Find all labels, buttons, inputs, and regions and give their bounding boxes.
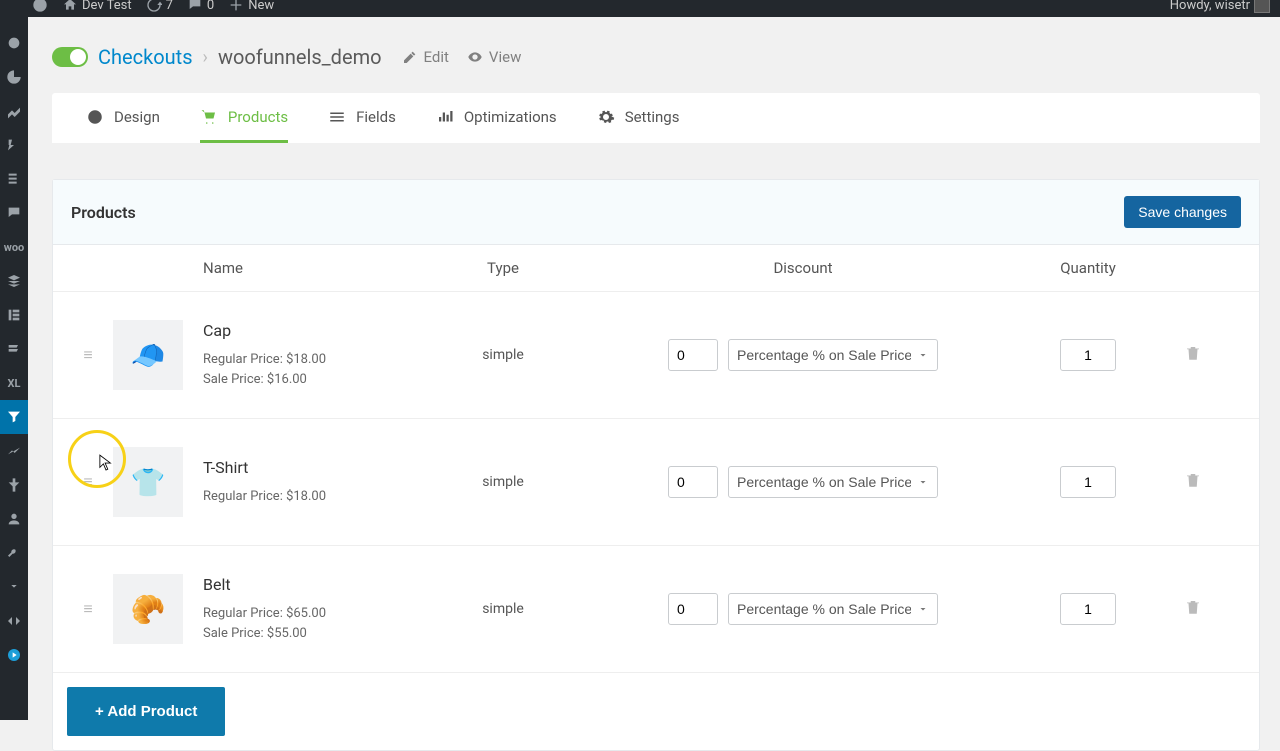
discount-value-input[interactable] xyxy=(668,593,718,625)
sidebar-item-plugins[interactable] xyxy=(0,468,28,502)
col-name: Name xyxy=(113,259,413,277)
sidebar-item-posts[interactable] xyxy=(0,94,28,128)
breadcrumb-root[interactable]: Checkouts xyxy=(98,45,193,69)
sidebar-item-comments[interactable] xyxy=(0,196,28,230)
product-regular-price: Regular Price: $18.00 xyxy=(203,487,326,507)
wp-admin-sidebar: woo XL xyxy=(0,0,28,720)
sidebar-item-users[interactable] xyxy=(0,502,28,536)
sidebar-item-products[interactable] xyxy=(0,264,28,298)
sidebar-item-elementor[interactable] xyxy=(0,298,28,332)
tab-nav: Design Products Fields Optimizations Set… xyxy=(52,93,1260,143)
sidebar-item-analytics[interactable] xyxy=(0,60,28,94)
product-thumbnail: 🧢 xyxy=(113,320,183,390)
discount-type-select[interactable]: Percentage % on Sale Price xyxy=(728,466,938,498)
trash-icon xyxy=(1184,598,1202,616)
product-name: Belt xyxy=(203,575,326,594)
delete-button[interactable] xyxy=(1163,344,1223,366)
sidebar-item-play[interactable] xyxy=(0,638,28,672)
edit-link[interactable]: Edit xyxy=(402,48,449,66)
wp-admin-bar: Dev Test 7 0 New Howdy, wisetr xyxy=(0,0,1280,17)
sidebar-item-tools[interactable] xyxy=(0,536,28,570)
chart-icon xyxy=(436,108,454,126)
sidebar-item-code[interactable] xyxy=(0,604,28,638)
gear-icon xyxy=(597,108,615,126)
product-regular-price: Regular Price: $18.00 xyxy=(203,350,326,370)
discount-type-select[interactable]: Percentage % on Sale Price xyxy=(728,593,938,625)
tab-optimizations[interactable]: Optimizations xyxy=(436,93,557,143)
product-name: Cap xyxy=(203,321,326,340)
discount-value-input[interactable] xyxy=(668,339,718,371)
discount-type-select[interactable]: Percentage % on Sale Price xyxy=(728,339,938,371)
admin-bar-new[interactable]: New xyxy=(228,0,274,13)
table-row: ≡ 🥐 Belt Regular Price: $65.00 Sale Pric… xyxy=(53,546,1259,673)
tab-design[interactable]: Design xyxy=(86,93,160,143)
table-row: ≡ 👕 T-Shirt Regular Price: $18.00 simple… xyxy=(53,419,1259,546)
menu-icon xyxy=(328,108,346,126)
pencil-icon xyxy=(402,49,418,65)
drag-handle-icon[interactable]: ≡ xyxy=(63,599,113,619)
trash-icon xyxy=(1184,344,1202,362)
quantity-input[interactable] xyxy=(1060,339,1116,371)
sidebar-item-media[interactable] xyxy=(0,128,28,162)
product-sale-price: Sale Price: $55.00 xyxy=(203,624,326,644)
admin-bar-site[interactable]: Dev Test xyxy=(62,0,132,13)
sidebar-item-import[interactable] xyxy=(0,570,28,604)
product-thumbnail: 🥐 xyxy=(113,574,183,644)
quantity-input[interactable] xyxy=(1060,593,1116,625)
save-button[interactable]: Save changes xyxy=(1124,196,1241,228)
view-link[interactable]: View xyxy=(467,48,521,66)
page-title: woofunnels_demo xyxy=(218,45,382,69)
add-product-button[interactable]: + Add Product xyxy=(67,687,225,736)
delete-button[interactable] xyxy=(1163,471,1223,493)
sidebar-item-appearance[interactable] xyxy=(0,434,28,468)
drag-handle-icon[interactable]: ≡ xyxy=(63,472,113,492)
card-title: Products xyxy=(71,203,136,222)
quantity-input[interactable] xyxy=(1060,466,1116,498)
product-thumbnail: 👕 xyxy=(113,447,183,517)
drag-handle-icon[interactable]: ≡ xyxy=(63,345,113,365)
sidebar-item-templates[interactable] xyxy=(0,332,28,366)
page-header: Checkouts › woofunnels_demo Edit View xyxy=(52,17,1260,93)
sidebar-item-dashboard[interactable] xyxy=(0,26,28,60)
product-name: T-Shirt xyxy=(203,458,326,477)
product-type: simple xyxy=(413,347,593,363)
sidebar-item-pages[interactable] xyxy=(0,162,28,196)
tab-products[interactable]: Products xyxy=(200,93,288,143)
products-card: Products Save changes Name Type Discount… xyxy=(52,179,1260,751)
admin-bar-wp-logo[interactable] xyxy=(32,0,48,13)
col-discount: Discount xyxy=(593,259,1013,277)
discount-value-input[interactable] xyxy=(668,466,718,498)
col-type: Type xyxy=(413,259,593,277)
product-sale-price: Sale Price: $16.00 xyxy=(203,370,326,390)
product-type: simple xyxy=(413,474,593,490)
admin-bar-updates[interactable]: 7 xyxy=(146,0,173,13)
product-type: simple xyxy=(413,601,593,617)
eye-icon xyxy=(467,49,483,65)
admin-bar-comments[interactable]: 0 xyxy=(187,0,214,13)
table-header: Name Type Discount Quantity xyxy=(53,245,1259,292)
cart-icon xyxy=(200,108,218,126)
tab-fields[interactable]: Fields xyxy=(328,93,396,143)
tab-settings[interactable]: Settings xyxy=(597,93,680,143)
breadcrumb-separator-icon: › xyxy=(203,47,208,68)
product-regular-price: Regular Price: $65.00 xyxy=(203,604,326,624)
sidebar-item-funnels[interactable] xyxy=(0,400,28,434)
avatar xyxy=(1254,0,1270,13)
col-quantity: Quantity xyxy=(1013,259,1163,277)
delete-button[interactable] xyxy=(1163,598,1223,620)
table-row: ≡ 🧢 Cap Regular Price: $18.00 Sale Price… xyxy=(53,292,1259,419)
sidebar-item-xl[interactable]: XL xyxy=(0,366,28,400)
trash-icon xyxy=(1184,471,1202,489)
status-toggle[interactable] xyxy=(52,47,88,67)
admin-bar-howdy[interactable]: Howdy, wisetr xyxy=(1170,0,1270,13)
palette-icon xyxy=(86,108,104,126)
sidebar-item-woo[interactable]: woo xyxy=(0,230,28,264)
